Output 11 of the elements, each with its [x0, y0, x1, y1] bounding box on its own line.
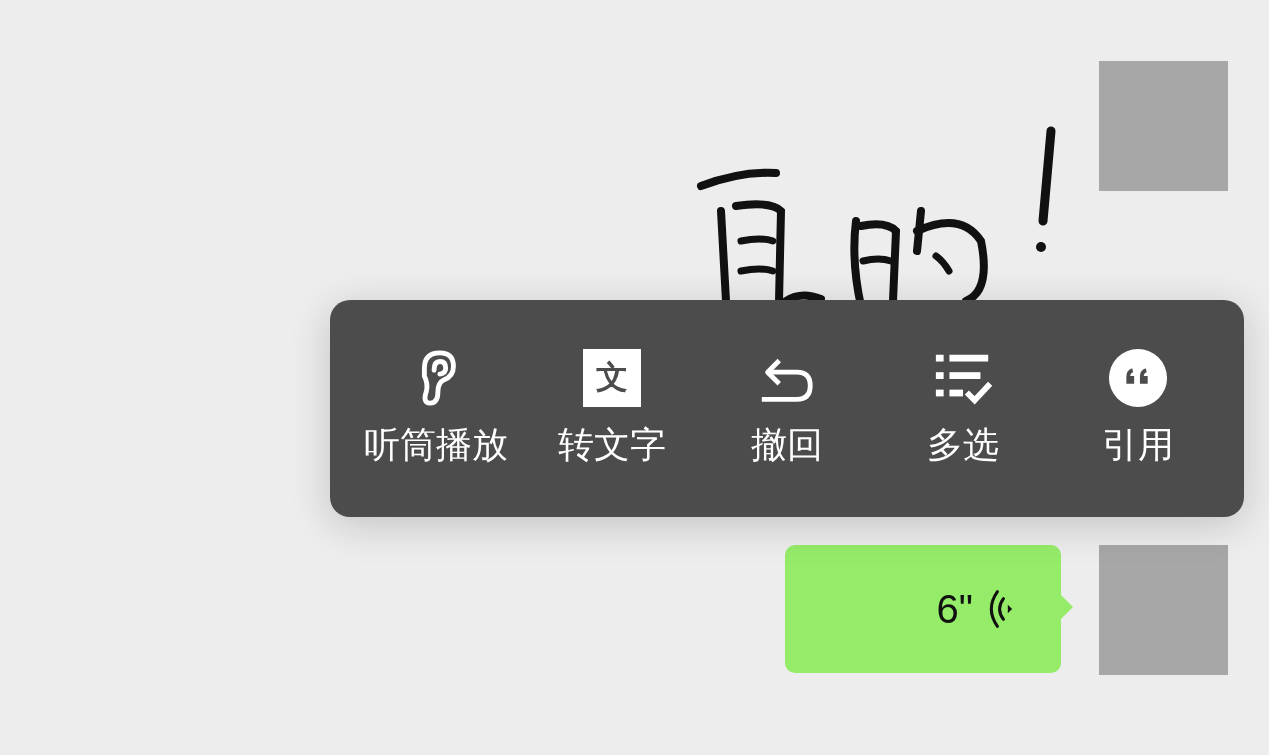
menu-item[interactable]: 多选: [876, 347, 1049, 470]
voice-duration: 6": [936, 586, 973, 632]
menu-item[interactable]: 引用: [1052, 347, 1224, 470]
avatar[interactable]: [1099, 61, 1228, 191]
menu-item[interactable]: 文 转文字: [525, 347, 698, 470]
translate-icon: 文: [582, 349, 641, 407]
avatar[interactable]: [1099, 545, 1228, 675]
quote-icon: [1107, 347, 1169, 409]
menu-item[interactable]: 听筒播放: [350, 347, 522, 470]
menu-item[interactable]: 撤回: [701, 347, 873, 470]
sound-wave-icon: [987, 589, 1013, 629]
